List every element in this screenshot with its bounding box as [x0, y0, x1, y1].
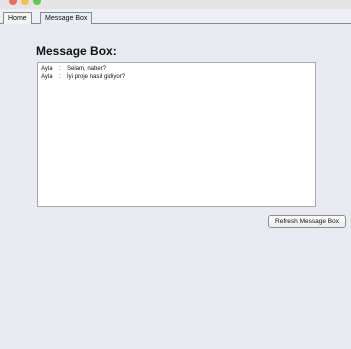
page-title: Message Box:	[36, 44, 117, 58]
minimize-window-button[interactable]	[21, 0, 29, 5]
refresh-message-box-button[interactable]: Refresh Message Box	[268, 215, 346, 228]
message-line: Ayla : İyi proje nasıl gidiyor?	[41, 73, 312, 81]
message-separator: :	[59, 66, 61, 72]
app-window: Home Message Box Message Box: Ayla : Sel…	[0, 0, 351, 349]
close-window-button[interactable]	[9, 0, 17, 5]
tab-home[interactable]: Home	[3, 12, 32, 24]
message-text-area[interactable]: Ayla : Selam, naber? Ayla : İyi proje na…	[37, 62, 316, 207]
message-separator: :	[59, 74, 61, 80]
message-text: Selam, naber?	[67, 66, 107, 72]
message-sender: Ayla	[41, 74, 53, 80]
message-line: Ayla : Selam, naber?	[41, 65, 312, 73]
message-sender: Ayla	[41, 66, 53, 72]
maximize-window-button[interactable]	[33, 0, 41, 5]
title-bar	[0, 0, 351, 9]
tab-message-box[interactable]: Message Box	[40, 12, 93, 24]
message-text: İyi proje nasıl gidiyor?	[67, 74, 126, 80]
